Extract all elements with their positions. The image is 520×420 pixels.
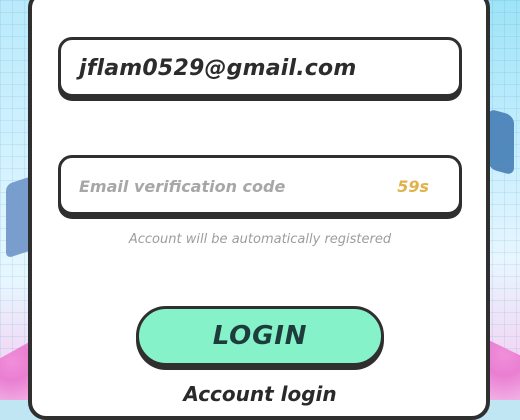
login-button[interactable]: LOGIN [136, 306, 384, 366]
resend-countdown: 59s [397, 177, 429, 196]
email-value[interactable]: jflam0529@gmail.com [79, 56, 357, 81]
email-field[interactable]: jflam0529@gmail.com [58, 37, 462, 97]
login-button-label: LOGIN [212, 321, 308, 351]
account-login-link[interactable]: Account login [0, 382, 520, 406]
verification-code-placeholder[interactable]: Email verification code [79, 177, 285, 196]
decorative-shape-right [488, 108, 514, 176]
verification-code-field[interactable]: Email verification code 59s [58, 155, 462, 215]
auto-register-hint: Account will be automatically registered [128, 232, 392, 247]
